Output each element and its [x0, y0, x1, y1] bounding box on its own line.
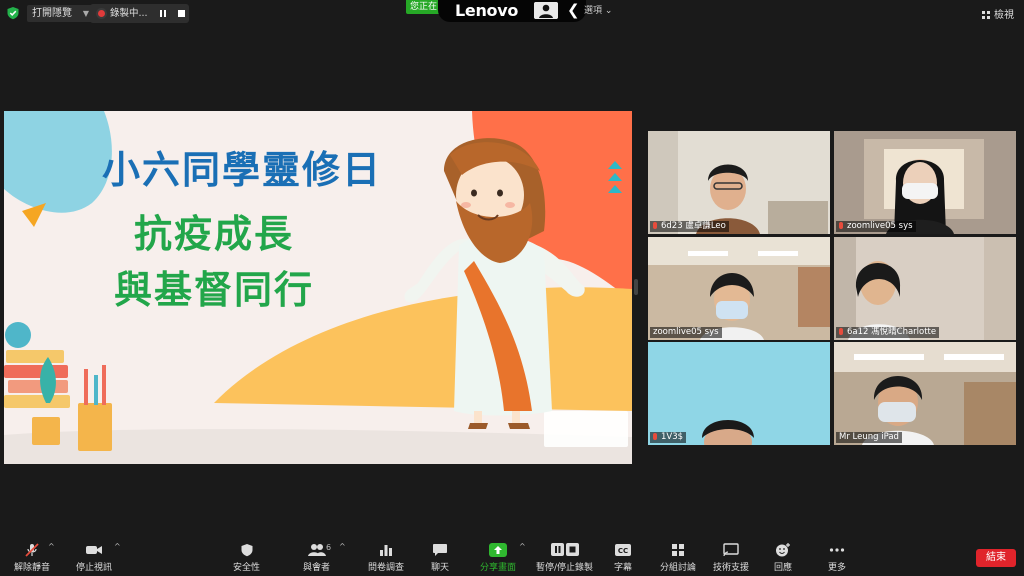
participant-video-frame [834, 342, 1016, 445]
recording-indicator: 錄製中... [90, 4, 189, 23]
stop-video-button[interactable]: 停止視訊 [76, 543, 112, 573]
stop-video-label: 停止視訊 [76, 563, 113, 573]
participants-label: 與會者 [303, 563, 331, 573]
lenovo-overlay-bar: Lenovo ❮ [438, 0, 586, 22]
participant-name-label: 6d23 盧卓謙Leo [650, 221, 729, 232]
mic-muted-icon [653, 222, 657, 229]
captions-button[interactable]: CC 字幕 [614, 543, 632, 573]
participant-video-frame [648, 342, 830, 445]
video-camera-icon [86, 546, 102, 554]
participant-video-frame [834, 131, 1016, 234]
participant-name: 6d23 盧卓謙Leo [661, 221, 726, 231]
bar-chart-icon [380, 545, 392, 556]
chat-bubble-icon [433, 544, 447, 556]
security-button[interactable]: 安全性 [233, 543, 260, 573]
chevron-up-icon[interactable]: ^ [339, 542, 346, 551]
view-options-label: 選項 [584, 6, 603, 16]
participant-name-label: zoomlive05 sys [836, 221, 916, 232]
caption-toggle-label: 打開隱覽 [32, 8, 72, 19]
more-button[interactable]: 更多 [828, 543, 846, 573]
reactions-label: 回應 [774, 563, 793, 573]
chevron-down-icon[interactable]: ▼ [83, 5, 89, 22]
screen-cast-icon [723, 543, 739, 557]
participant-video-tile[interactable]: 6a12 馮悅晴Charlotte [834, 237, 1016, 340]
tech-support-button[interactable]: 技術支援 [713, 543, 749, 573]
chevron-up-icon[interactable]: ^ [48, 542, 55, 551]
pause-stop-recording-label: 暫停/停止錄製 [536, 563, 594, 573]
mic-muted-icon [839, 222, 843, 229]
meeting-top-bar: 打開隱覽 ▼ 錄製中... 您正在 Lenovo ❮ 選項 ⌄ 檢視 [0, 0, 1024, 26]
participant-name: zoomlive05 sys [653, 327, 719, 337]
panel-resize-handle[interactable] [634, 279, 638, 295]
chevron-up-icon[interactable]: ^ [519, 542, 526, 551]
participant-video-tile[interactable]: 1V3$ [648, 342, 830, 445]
smiley-add-icon [776, 543, 790, 557]
participant-video-tile[interactable]: 6d23 盧卓謙Leo [648, 131, 830, 234]
svg-text:CC: CC [618, 547, 628, 555]
shield-check-icon[interactable] [6, 6, 20, 20]
shield-icon [241, 544, 252, 557]
chat-label: 聊天 [431, 563, 450, 573]
pause-stop-icon [550, 543, 579, 556]
stop-recording-icon[interactable] [178, 10, 185, 17]
participant-name-label: 1V3$ [650, 432, 687, 443]
slide-title-line-2: 抗疫成長 [133, 212, 294, 256]
caption-toggle-button[interactable]: 打開隱覽 ▼ [27, 5, 94, 22]
lenovo-logo: Lenovo [455, 1, 519, 20]
share-screen-label: 分享畫面 [480, 563, 517, 573]
share-screen-button[interactable]: 分享畫面 [480, 543, 516, 573]
security-label: 安全性 [233, 563, 261, 573]
breakout-rooms-button[interactable]: 分組討論 [660, 543, 696, 573]
end-meeting-button[interactable]: 結束 [976, 549, 1016, 567]
polls-button[interactable]: 問卷調查 [368, 543, 404, 573]
participant-video-tile[interactable]: zoomlive05 sys [648, 237, 830, 340]
view-button[interactable]: 檢視 [982, 6, 1014, 21]
record-dot-icon [98, 10, 105, 17]
recording-status: 錄製中... [110, 8, 148, 19]
tech-support-label: 技術支援 [713, 563, 750, 573]
more-label: 更多 [828, 563, 847, 573]
share-screen-icon [489, 543, 507, 557]
reactions-button[interactable]: 回應 [774, 543, 792, 573]
unmute-button[interactable]: 解除靜音 [14, 543, 50, 573]
participant-count: 6 [326, 543, 332, 552]
pause-stop-recording-button[interactable]: 暫停/停止錄製 [536, 543, 593, 573]
people-icon [307, 544, 326, 556]
participant-name-label: Mr Leung iPad [836, 432, 902, 443]
captions-label: 字幕 [614, 563, 633, 573]
meeting-toolbar: 解除靜音 ^ 停止視訊 ^ 安全性 與會者 6 ^ 問卷調查 聊天 分享畫面 ^… [0, 538, 1024, 576]
participant-name: zoomlive05 sys [847, 221, 913, 231]
participant-video-tile[interactable]: zoomlive05 sys [834, 131, 1016, 234]
participant-name: 6a12 馮悅晴Charlotte [847, 327, 937, 337]
pause-recording-icon[interactable] [160, 10, 166, 17]
participant-name: Mr Leung iPad [839, 432, 899, 442]
chat-button[interactable]: 聊天 [431, 543, 449, 573]
unmute-label: 解除靜音 [14, 563, 51, 573]
participant-name-label: zoomlive05 sys [650, 327, 722, 338]
participant-name-label: 6a12 馮悅晴Charlotte [836, 327, 940, 338]
participant-name: 1V3$ [661, 432, 684, 442]
person-icon[interactable] [534, 2, 558, 19]
participant-video-frame [648, 131, 830, 234]
slide-title-line-3: 與基督同行 [113, 268, 314, 312]
view-label: 檢視 [994, 10, 1014, 21]
participant-video-tile[interactable]: Mr Leung iPad [834, 342, 1016, 445]
grid-squares-icon [672, 544, 684, 556]
view-options-dropdown[interactable]: 選項 ⌄ [584, 3, 612, 16]
mic-muted-icon [653, 433, 657, 440]
polls-label: 問卷調查 [368, 563, 405, 573]
participant-video-frame [834, 237, 1016, 340]
mic-muted-icon [839, 328, 843, 335]
grid-icon [982, 11, 990, 19]
participant-video-frame [648, 237, 830, 340]
slide-title-line-1: 小六同學靈修日 [101, 148, 382, 192]
mic-off-icon [25, 543, 39, 557]
breakout-rooms-label: 分組討論 [660, 563, 697, 573]
chevron-left-icon[interactable]: ❮ [567, 0, 580, 21]
shared-screen: 小六同學靈修日 抗疫成長 與基督同行 [4, 111, 632, 464]
cc-icon: CC [615, 544, 631, 556]
more-dots-icon [829, 548, 845, 552]
chevron-up-icon[interactable]: ^ [114, 542, 121, 551]
